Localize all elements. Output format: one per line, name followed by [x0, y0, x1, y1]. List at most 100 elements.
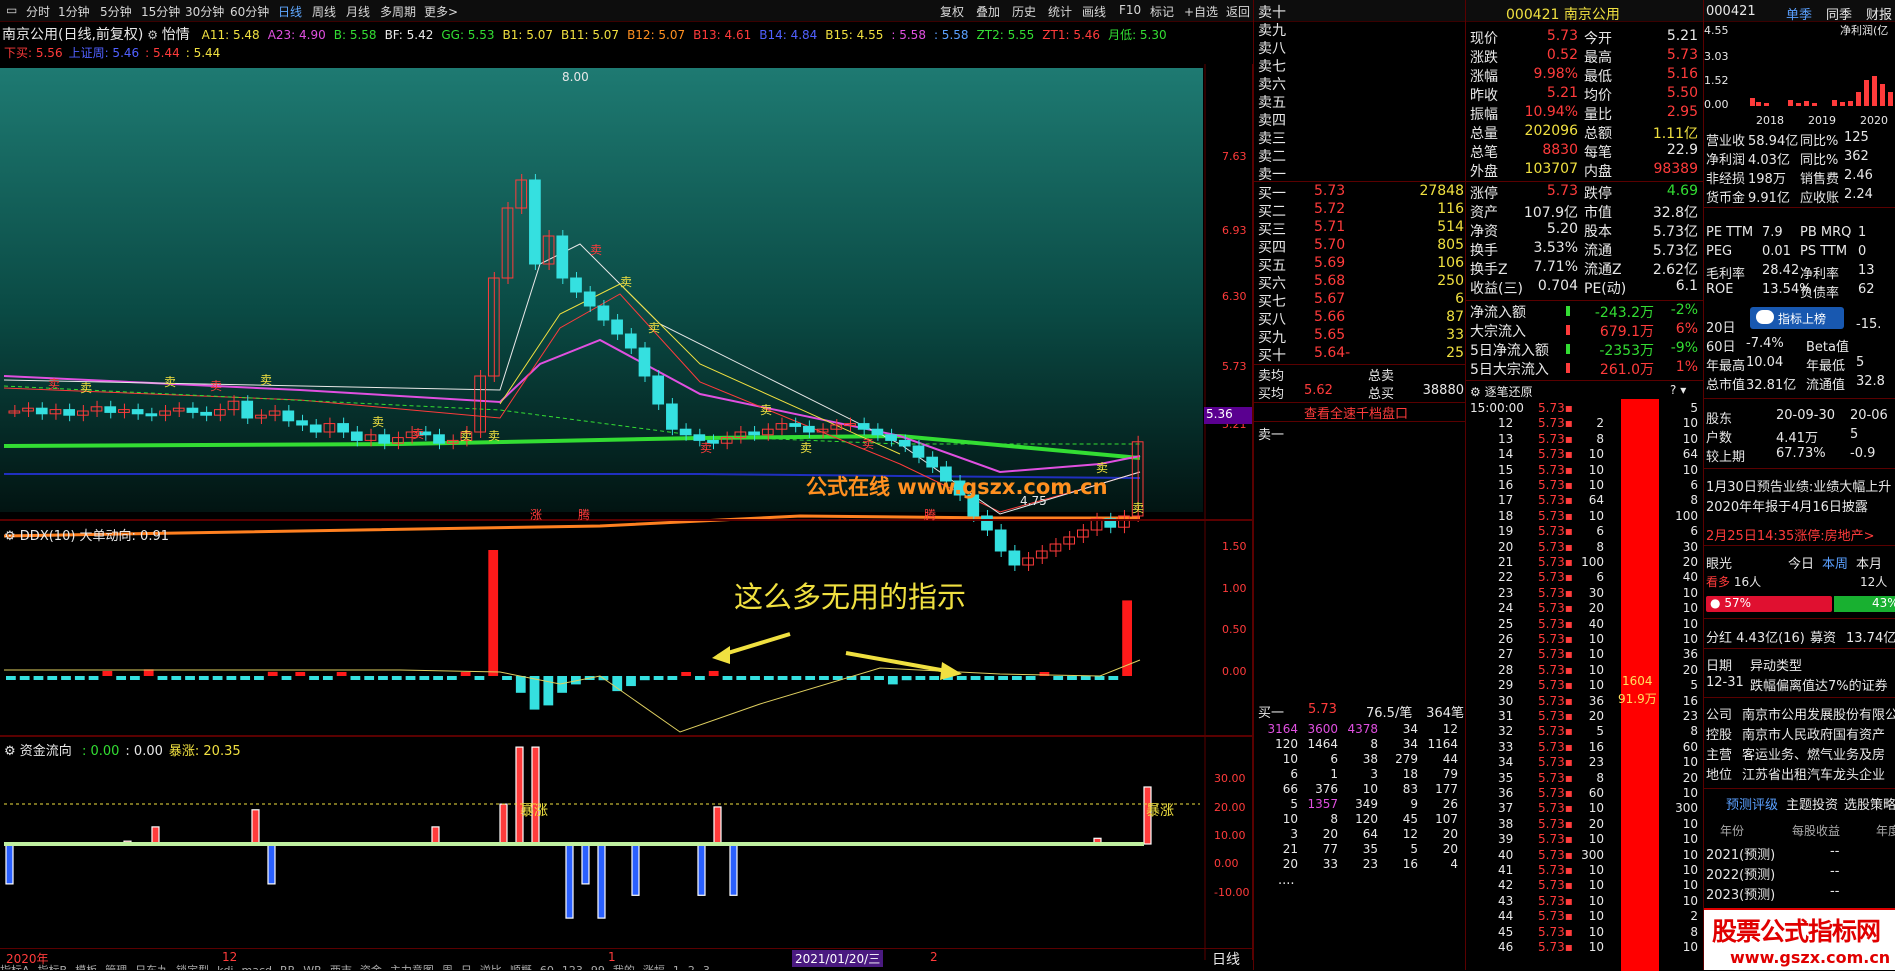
indicator-tab-7[interactable]: macd — [242, 964, 273, 970]
param-11: : 5.58 — [891, 28, 926, 42]
indicator-tab-20[interactable]: 我的 — [613, 964, 635, 970]
param-12: : 5.58 — [933, 28, 969, 42]
candle-body — [433, 434, 445, 444]
indicator-tab-0[interactable]: 指标A — [0, 964, 30, 970]
fund-flow-bars — [4, 746, 1200, 919]
gear-icon[interactable]: ⚙ — [1470, 385, 1485, 399]
indicator-tab-14[interactable]: 日 — [461, 964, 472, 970]
btn-history[interactable]: 历史 — [1012, 3, 1036, 20]
indicator-tab-24[interactable]: 3 — [703, 964, 710, 970]
main-chart[interactable]: 卖卖卖卖卖卖卖卖卖卖卖卖卖卖卖 卖卖卖 7.636.936.305.735.211… — [0, 64, 1260, 960]
btn-draw[interactable]: 画线 — [1082, 3, 1106, 20]
btn-fuquan[interactable]: 复权 — [940, 3, 964, 20]
tab-weekly[interactable]: 周线 — [312, 3, 336, 20]
tab-daily[interactable]: 日线 — [278, 3, 302, 20]
f10-rows-b-row: PE TTM 7.9 PB MRQ 1 — [1706, 225, 1867, 240]
sell-level: 卖七 — [1258, 59, 1286, 75]
ddx-y-tick: 0.50 — [1222, 623, 1247, 636]
indicator-tab-12[interactable]: 主力意图 — [390, 964, 434, 970]
indicator-tab-4[interactable]: 日东九 — [135, 964, 168, 970]
indicator-tab-19[interactable]: 99 — [591, 964, 605, 970]
tab-week[interactable]: 本周 — [1822, 553, 1848, 572]
ddx-bar — [1011, 676, 1022, 680]
candle-body — [145, 413, 158, 417]
arrow-right-icon — [940, 662, 962, 680]
tab-strategy[interactable]: 选股策略 — [1844, 794, 1895, 813]
nav-icon[interactable]: ▭ — [6, 3, 17, 17]
btn-overlay[interactable]: 叠加 — [976, 3, 1000, 20]
indicator-tab-5[interactable]: 锁定型 — [176, 964, 209, 970]
tab-60min[interactable]: 60分钟 — [230, 3, 269, 20]
candle-body — [131, 409, 144, 415]
ddx-bar — [529, 676, 540, 710]
indicator-tab-13[interactable]: 周 — [442, 964, 453, 970]
tab-fenshi[interactable]: 分时 — [26, 3, 50, 20]
tab-1min[interactable]: 1分钟 — [58, 3, 90, 20]
ddx-bar — [543, 676, 554, 706]
ddx-bar — [502, 676, 512, 680]
tab-15min[interactable]: 15分钟 — [141, 3, 180, 20]
tab-theme[interactable]: 主题投资 — [1786, 794, 1838, 813]
tab-today[interactable]: 今日 — [1788, 553, 1814, 572]
indicator-tab-21[interactable]: 涨幅 — [643, 964, 665, 970]
indicator-tab-18[interactable]: 123 — [562, 964, 583, 970]
indicator-tab-8[interactable]: RR — [280, 964, 295, 970]
tab-report[interactable]: 财报 — [1866, 4, 1892, 23]
indicator-tab-10[interactable]: 两市 — [330, 964, 352, 970]
mini-bar — [1796, 103, 1801, 106]
quote-row: 涨跌 0.52 最高 5.73 — [1470, 47, 1698, 66]
queue-more[interactable]: .... — [1278, 873, 1295, 892]
indicator-tab-1[interactable]: 指标B — [38, 964, 68, 970]
param2-0: 下买: 5.56 — [4, 46, 63, 60]
news-item[interactable]: 1月30日预告业绩:业绩大幅上升 — [1706, 476, 1891, 495]
tab-30min[interactable]: 30分钟 — [185, 3, 224, 20]
btn-mark[interactable]: 标记 — [1150, 3, 1174, 20]
indicator-tab-17[interactable]: 60 — [540, 964, 554, 970]
indicator-tab-6[interactable]: kdj — [217, 964, 233, 970]
mini-bar — [1804, 101, 1809, 106]
tab-forecast[interactable]: 预测评级 — [1726, 794, 1778, 813]
tab-month[interactable]: 本月 — [1856, 553, 1882, 572]
tab-more[interactable]: 更多> — [424, 3, 458, 20]
ddx-bar — [198, 676, 209, 680]
gear-icon[interactable]: ⚙ — [147, 28, 158, 42]
help-icon[interactable]: ? ▾ — [1670, 383, 1686, 402]
btn-f10[interactable]: F10 — [1119, 3, 1141, 17]
baozhang-label: 暴涨 — [520, 803, 548, 819]
sell-level: 卖二 — [1258, 149, 1286, 165]
ddx-bar — [653, 676, 664, 680]
fund-bar — [729, 843, 738, 896]
btn-stats[interactable]: 统计 — [1048, 3, 1072, 20]
tab-same-quarter[interactable]: 同季 — [1826, 4, 1852, 23]
news-item[interactable]: 2020年年报于4月16日披露 — [1706, 496, 1868, 515]
sell-mark: 卖 — [700, 441, 712, 455]
tab-multi-period[interactable]: 多周期 — [380, 3, 416, 20]
indicator-tab-22[interactable]: 1 — [673, 964, 680, 970]
fund-val-1: : 0.00 — [125, 744, 163, 759]
buy-level: 买二 5.72 116 — [1258, 201, 1464, 220]
indicator-tab-16[interactable]: 顺概 — [510, 964, 532, 970]
btn-add-watchlist[interactable]: +自选 — [1184, 3, 1218, 20]
gear-icon[interactable]: ⚙ — [4, 529, 20, 544]
candle-body — [529, 179, 541, 265]
fund-bar — [597, 843, 606, 919]
indicator-tab-15[interactable]: 逆比 — [480, 964, 502, 970]
buy-level: 买三 5.71 514 — [1258, 219, 1464, 238]
indicator-tab-3[interactable]: 管理 — [105, 964, 127, 970]
indicator-tab-23[interactable]: 2 — [688, 964, 695, 970]
indicator-name[interactable]: 怡情 — [162, 27, 190, 43]
tab-5min[interactable]: 5分钟 — [100, 3, 132, 20]
candle-body — [789, 423, 802, 427]
btn-back[interactable]: 返回 — [1226, 3, 1250, 20]
candle-body — [200, 411, 212, 416]
tab-monthly[interactable]: 月线 — [346, 3, 370, 20]
news-limit-up[interactable]: 2月25日14:35涨停:房地产> — [1706, 525, 1875, 544]
ddx-bar — [267, 671, 278, 676]
tab-single-quarter[interactable]: 单季 — [1786, 4, 1812, 23]
gear-icon[interactable]: ⚙ — [4, 744, 20, 759]
indicator-tab-2[interactable]: 模板 — [75, 964, 97, 970]
full-depth-link[interactable]: 查看全速千档盘口 — [1304, 403, 1408, 422]
indicator-tab-9[interactable]: WR — [303, 964, 322, 970]
indicator-tab-11[interactable]: 资金 — [360, 964, 382, 970]
ddx-bar — [419, 676, 430, 680]
